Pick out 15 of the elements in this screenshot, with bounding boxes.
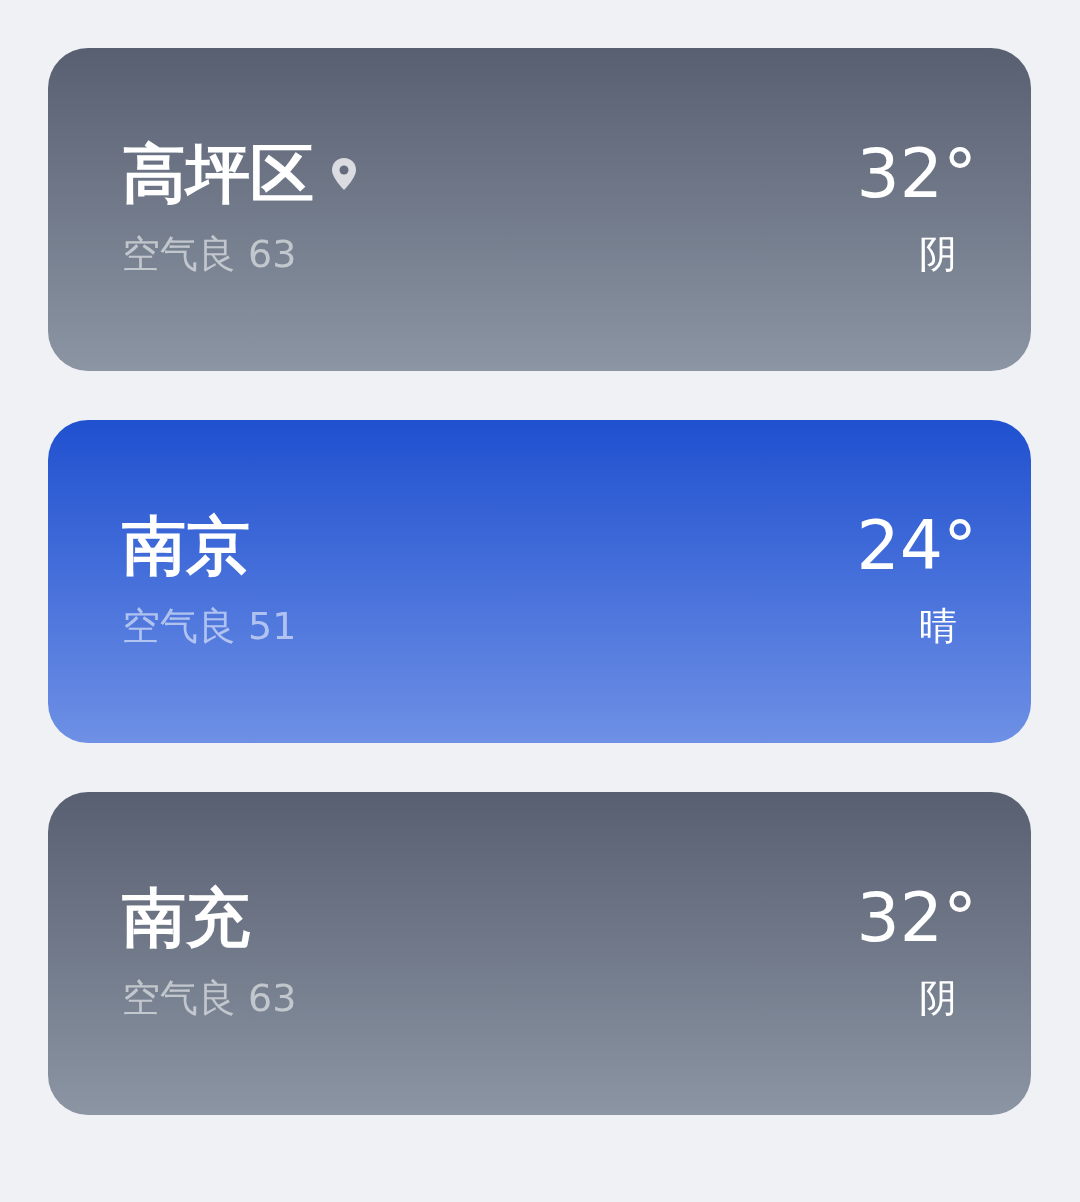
weather-condition: 阴 xyxy=(919,976,957,1020)
city-name: 高坪区 xyxy=(122,142,314,206)
temperature: 24° xyxy=(856,506,977,586)
city-card[interactable]: 南京 空气良 51 24° 晴 xyxy=(48,420,1031,743)
city-card[interactable]: 高坪区 空气良 63 32° 阴 xyxy=(48,48,1031,371)
temperature: 32° xyxy=(856,878,977,958)
city-name: 南充 xyxy=(122,886,250,950)
weather-condition: 阴 xyxy=(919,232,957,276)
air-quality: 空气良 51 xyxy=(122,604,297,648)
city-card[interactable]: 南充 空气良 63 32° 阴 xyxy=(48,792,1031,1115)
weather-condition: 晴 xyxy=(919,604,957,648)
air-quality: 空气良 63 xyxy=(122,976,297,1020)
air-quality: 空气良 63 xyxy=(122,232,298,276)
city-name: 南京 xyxy=(122,514,250,578)
temperature: 32° xyxy=(856,134,977,214)
